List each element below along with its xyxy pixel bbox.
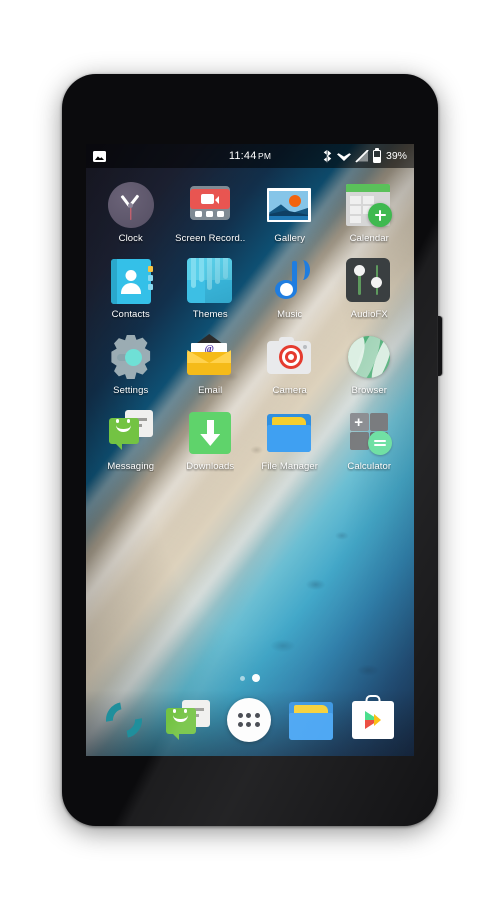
phone-device: 11:44 PM 39% Clock Screen Record.. Galle… — [62, 74, 438, 826]
app-messaging[interactable]: Messaging — [91, 410, 171, 472]
dock — [86, 690, 414, 756]
status-ampm: PM — [258, 151, 272, 161]
app-label: File Manager — [261, 461, 319, 472]
status-time: 11:44 — [228, 150, 257, 162]
wifi-icon — [336, 153, 351, 161]
app-label: Settings — [113, 385, 149, 396]
app-clock[interactable]: Clock — [91, 182, 171, 244]
app-label: Music — [277, 309, 303, 320]
app-label: Browser — [351, 385, 388, 396]
dock-item-play-store[interactable] — [351, 695, 398, 744]
app-label: Messaging — [107, 461, 155, 472]
battery-icon — [372, 149, 381, 163]
file-manager-icon[interactable] — [266, 410, 313, 456]
app-audiofx[interactable]: AudioFX — [330, 258, 410, 320]
page-indicator[interactable] — [86, 674, 414, 682]
power-button[interactable] — [437, 316, 442, 376]
app-label: Gallery — [274, 233, 306, 244]
gallery-icon[interactable] — [266, 182, 313, 228]
app-screen-record[interactable]: Screen Record.. — [171, 182, 251, 244]
phone-screen[interactable]: 11:44 PM 39% Clock Screen Record.. Galle… — [86, 144, 414, 756]
status-bar-notifications[interactable] — [93, 150, 106, 162]
app-row-2: Contacts Themes Music AudioFX — [91, 258, 409, 320]
status-bar[interactable]: 11:44 PM 39% — [86, 144, 414, 168]
app-label: AudioFX — [350, 309, 388, 320]
play-store-icon[interactable] — [351, 695, 394, 739]
app-drawer-icon[interactable] — [226, 698, 271, 742]
gallery-notification-icon[interactable] — [93, 150, 106, 162]
settings-icon[interactable] — [108, 334, 154, 380]
app-gallery[interactable]: Gallery — [250, 182, 330, 244]
contacts-icon[interactable] — [108, 258, 154, 304]
app-grid: Clock Screen Record.. Gallery Calendar C… — [86, 168, 414, 472]
dock-item-app-drawer[interactable] — [226, 698, 273, 744]
app-contacts[interactable]: Contacts — [91, 258, 171, 320]
app-label: Downloads — [186, 461, 235, 472]
app-label: Screen Record.. — [175, 233, 246, 244]
dock-item-messaging[interactable] — [165, 698, 211, 744]
app-email[interactable]: @ Email — [171, 334, 251, 396]
app-label: Clock — [118, 233, 143, 244]
bluetooth-icon — [323, 150, 332, 163]
file-manager-icon[interactable] — [289, 702, 334, 740]
browser-icon[interactable] — [346, 334, 392, 380]
phone-icon[interactable] — [102, 698, 146, 742]
plus-icon — [374, 209, 386, 221]
dock-item-file-manager[interactable] — [289, 698, 335, 744]
app-downloads[interactable]: Downloads — [171, 410, 251, 472]
screen-record-icon[interactable] — [187, 182, 233, 228]
app-row-3: Settings @ Email Camera Browser — [91, 334, 409, 396]
app-label: Calendar — [349, 233, 389, 244]
messaging-icon[interactable] — [108, 410, 154, 456]
audiofx-icon[interactable] — [346, 258, 392, 304]
battery-percent-label: 39% — [385, 150, 407, 162]
camera-icon[interactable] — [266, 334, 313, 380]
app-row-1: Clock Screen Record.. Gallery Calendar — [91, 182, 409, 244]
status-bar-system-icons: 39% — [323, 149, 407, 163]
app-music[interactable]: Music — [250, 258, 330, 320]
dock-item-phone[interactable] — [102, 698, 148, 744]
app-camera[interactable]: Camera — [250, 334, 330, 396]
calendar-icon[interactable] — [346, 182, 393, 228]
app-calculator[interactable]: + Calculator — [330, 410, 410, 472]
app-label: Email — [198, 385, 223, 396]
app-row-4: Messaging Downloads File Manager + Calcu… — [91, 410, 409, 472]
equals-icon — [374, 439, 387, 447]
page-dot-2-active[interactable] — [252, 674, 260, 682]
app-settings[interactable]: Settings — [91, 334, 171, 396]
email-icon[interactable]: @ — [187, 334, 233, 380]
downloads-icon[interactable] — [187, 410, 233, 456]
messaging-icon[interactable] — [165, 700, 211, 742]
app-label: Themes — [192, 309, 228, 320]
page-dot-1[interactable] — [240, 675, 245, 681]
clock-icon[interactable] — [107, 182, 154, 228]
app-label: Camera — [272, 385, 307, 396]
screenshot-canvas: 11:44 PM 39% Clock Screen Record.. Galle… — [0, 0, 500, 900]
app-file-manager[interactable]: File Manager — [250, 410, 330, 472]
app-themes[interactable]: Themes — [171, 258, 251, 320]
calculator-icon[interactable]: + — [346, 410, 393, 456]
signal-icon — [356, 151, 368, 162]
music-icon[interactable] — [267, 258, 313, 304]
themes-icon[interactable] — [187, 258, 233, 304]
app-browser[interactable]: Browser — [330, 334, 410, 396]
app-label: Calculator — [347, 461, 392, 472]
app-calendar[interactable]: Calendar — [330, 182, 410, 244]
app-label: Contacts — [111, 309, 150, 320]
